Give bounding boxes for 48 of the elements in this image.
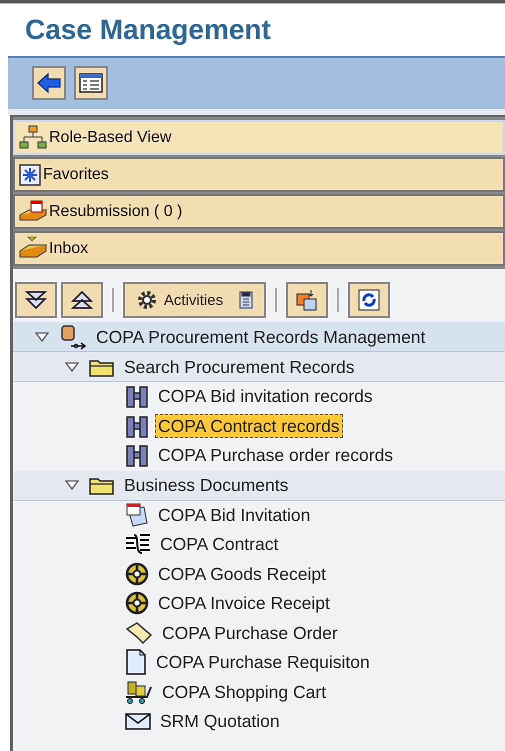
scroll-icon xyxy=(125,620,153,645)
collapse-all-icon xyxy=(71,290,93,310)
tree-item[interactable]: COPA Shopping Cart xyxy=(159,680,330,704)
page-title: Case Management xyxy=(25,14,271,46)
contract-icon xyxy=(125,532,151,556)
tree-item[interactable]: SRM Quotation xyxy=(157,709,283,734)
expanded-icon[interactable] xyxy=(65,480,79,490)
tree-item[interactable]: COPA Bid Invitation xyxy=(155,502,314,527)
document-icon xyxy=(125,649,147,676)
binoculars-icon xyxy=(125,443,149,468)
nav-item[interactable]: Resubmission ( 0 ) xyxy=(13,194,505,229)
tree-item[interactable]: COPA Purchase Requisiton xyxy=(153,650,373,674)
list-view-icon xyxy=(79,73,103,93)
back-arrow-icon xyxy=(36,72,62,94)
refresh-button[interactable] xyxy=(348,282,390,318)
view-button[interactable] xyxy=(74,66,108,100)
menu-icon xyxy=(239,291,254,309)
collapse-all-button[interactable] xyxy=(61,282,103,318)
tree-item[interactable]: COPA Bid invitation records xyxy=(155,384,376,408)
activities-button[interactable]: Activities xyxy=(123,282,266,318)
calendar-document-icon xyxy=(125,502,149,527)
binoculars-icon xyxy=(125,384,149,408)
star-icon xyxy=(19,164,41,186)
expand-all-button[interactable] xyxy=(15,282,57,318)
refresh-icon xyxy=(357,288,381,312)
tree-item[interactable]: COPA Purchase Order xyxy=(159,620,341,645)
new-window-button[interactable] xyxy=(286,282,328,318)
expanded-icon[interactable] xyxy=(35,332,49,342)
person-role-icon xyxy=(59,324,87,350)
tree-item[interactable]: COPA Contract xyxy=(157,532,282,556)
binoculars-icon xyxy=(125,414,149,438)
nav-item[interactable]: Role-Based View xyxy=(13,120,505,155)
wheel-icon xyxy=(125,562,149,586)
expanded-icon[interactable] xyxy=(65,362,79,372)
tree-item[interactable]: COPA Goods Receipt xyxy=(155,562,329,586)
hierarchy-icon xyxy=(19,124,47,150)
windows-icon xyxy=(295,288,319,312)
back-button[interactable] xyxy=(32,66,66,100)
tree-item[interactable]: COPA Contract records xyxy=(155,414,343,438)
shopping-cart-icon xyxy=(125,678,153,705)
nav-item[interactable]: Favorites xyxy=(13,157,505,192)
gear-icon xyxy=(136,289,158,311)
wheel-icon xyxy=(125,591,149,616)
tree-item[interactable]: COPA Invoice Receipt xyxy=(155,591,333,616)
nav-item[interactable]: Inbox xyxy=(13,231,505,266)
expand-all-icon xyxy=(25,290,47,310)
tree-item[interactable]: COPA Purchase order records xyxy=(155,443,396,468)
envelope-icon xyxy=(125,711,151,732)
